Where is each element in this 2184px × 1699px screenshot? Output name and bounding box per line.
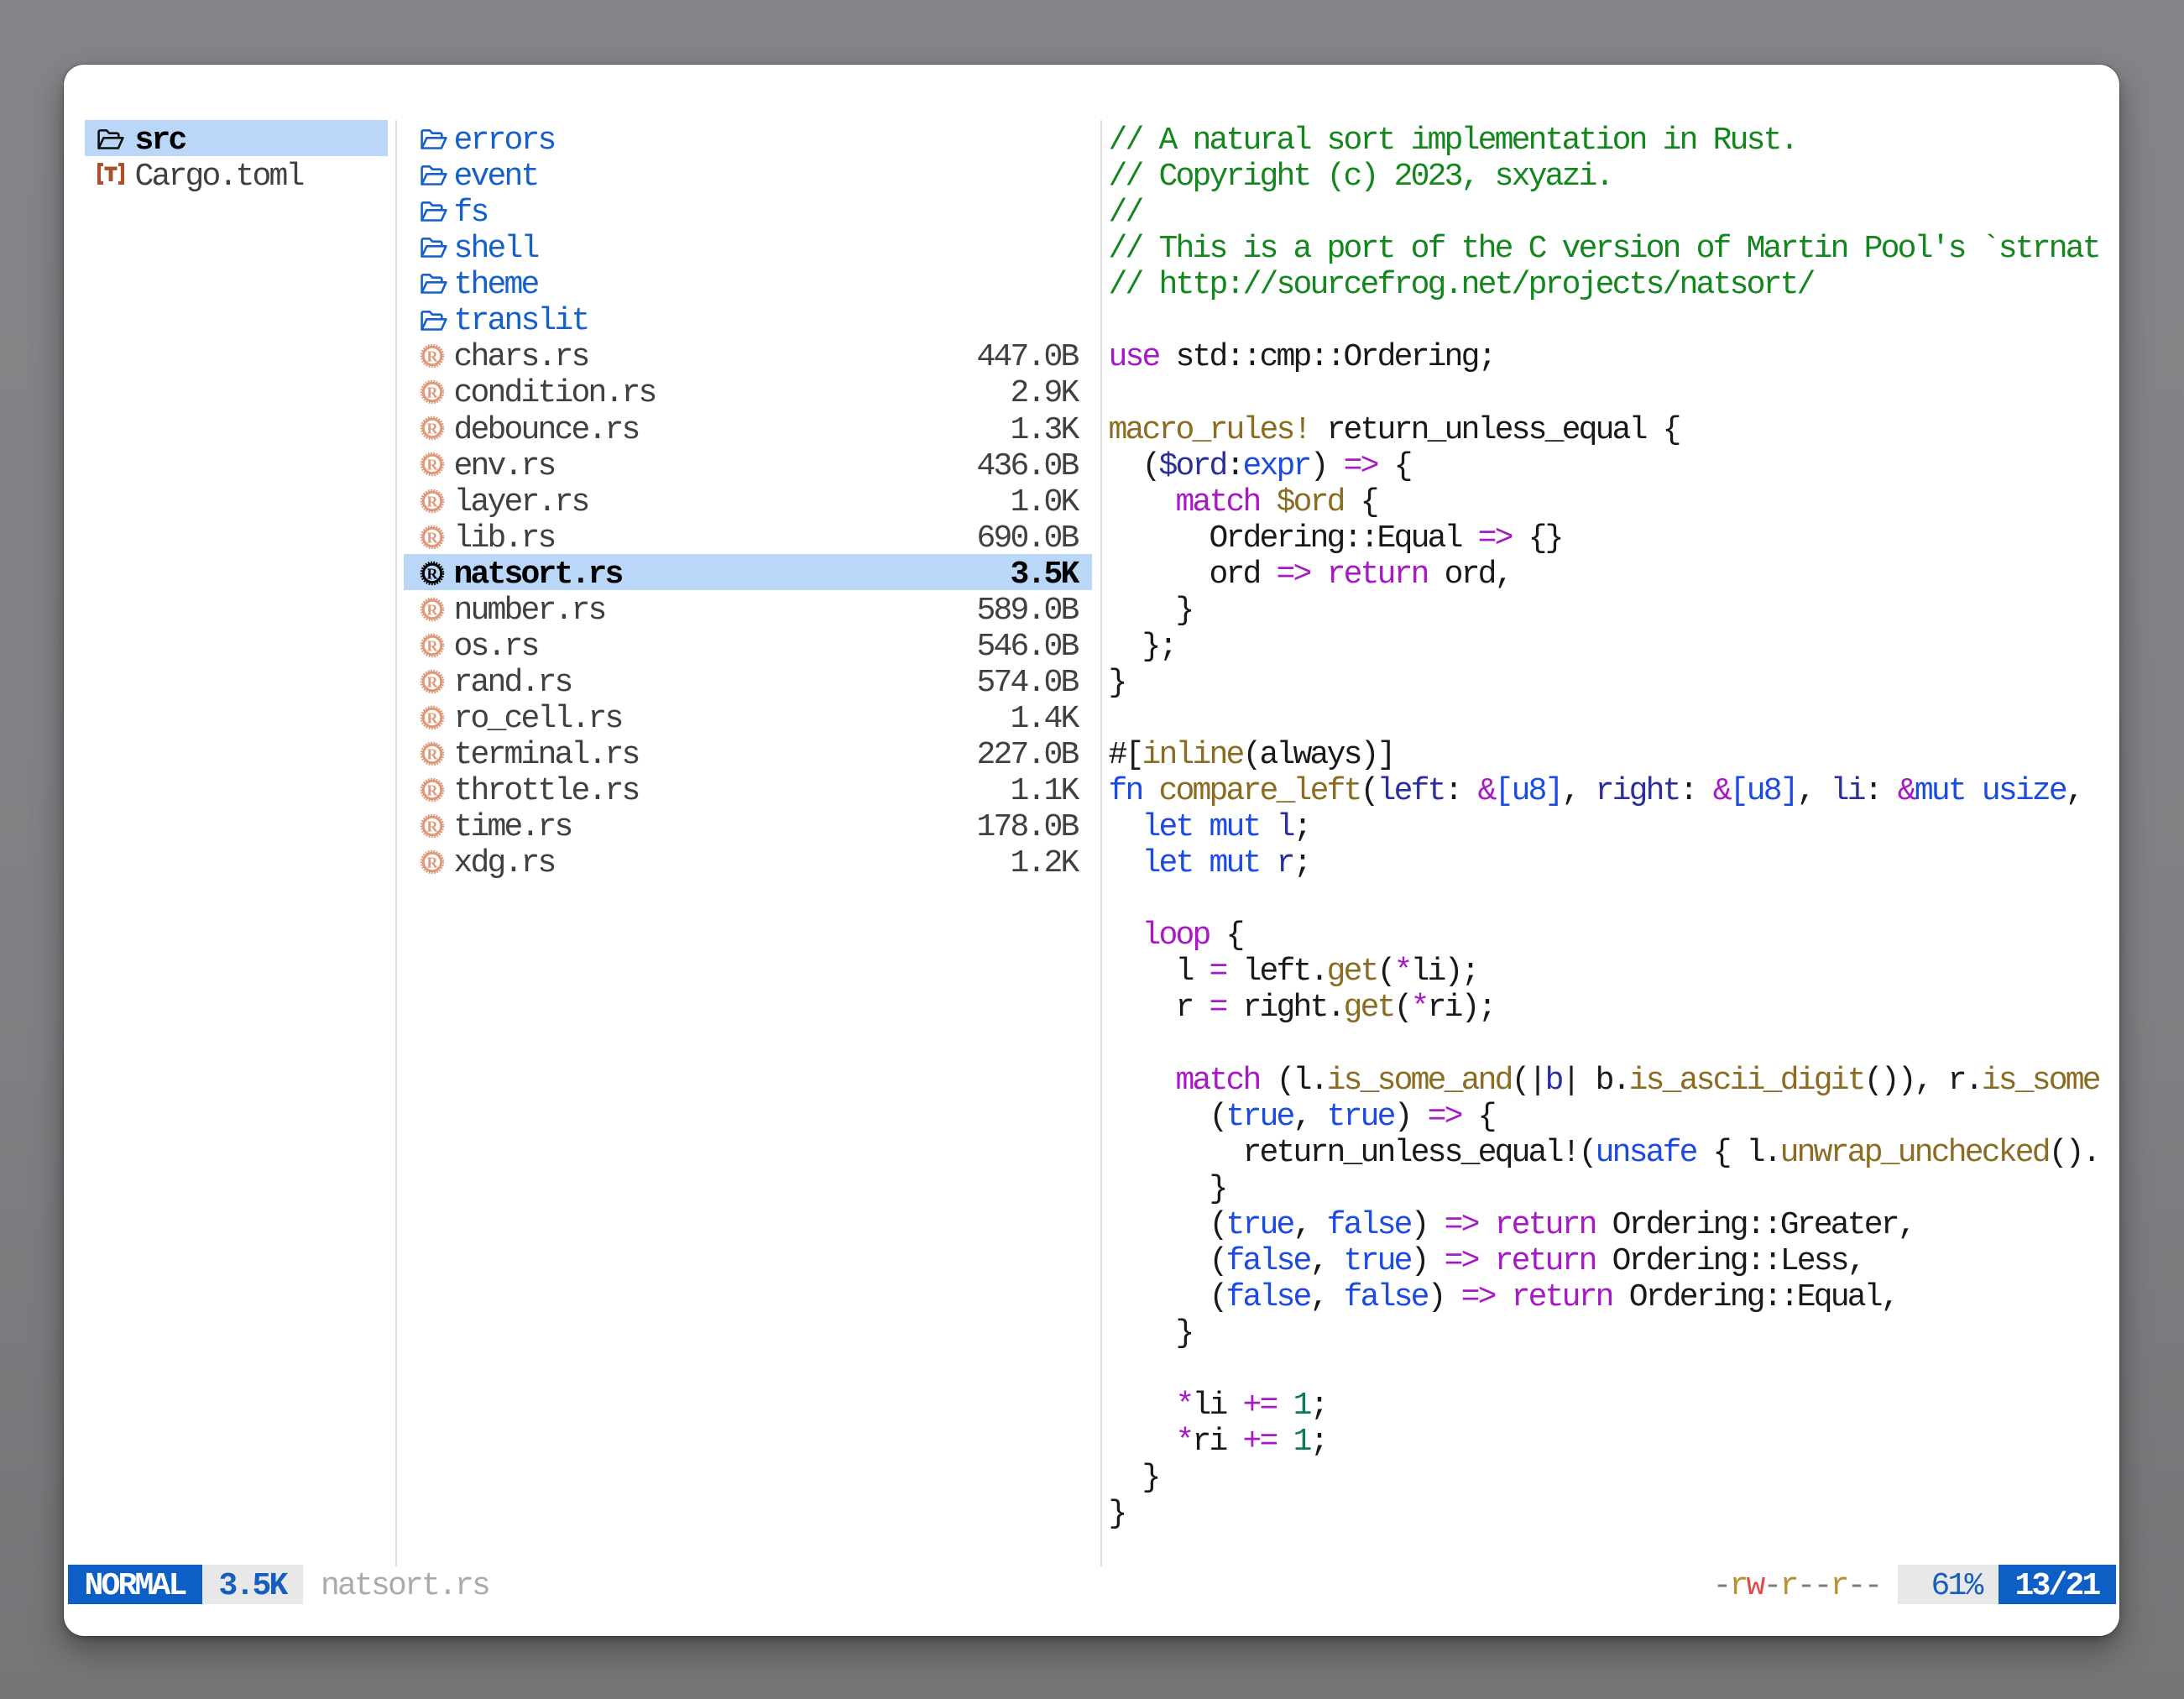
svg-text:R: R xyxy=(427,673,439,690)
svg-text:R: R xyxy=(427,745,439,762)
svg-text:R: R xyxy=(427,348,439,365)
svg-text:R: R xyxy=(427,709,439,726)
svg-text:R: R xyxy=(427,565,439,582)
svg-text:R: R xyxy=(427,457,439,473)
svg-text:R: R xyxy=(427,493,439,510)
svg-text:R: R xyxy=(427,782,439,799)
svg-text:R: R xyxy=(427,601,439,618)
svg-text:R: R xyxy=(427,421,439,437)
svg-text:R: R xyxy=(427,529,439,546)
svg-text:R: R xyxy=(427,637,439,654)
svg-text:R: R xyxy=(427,818,439,835)
svg-text:R: R xyxy=(427,855,439,871)
svg-text:R: R xyxy=(427,384,439,401)
